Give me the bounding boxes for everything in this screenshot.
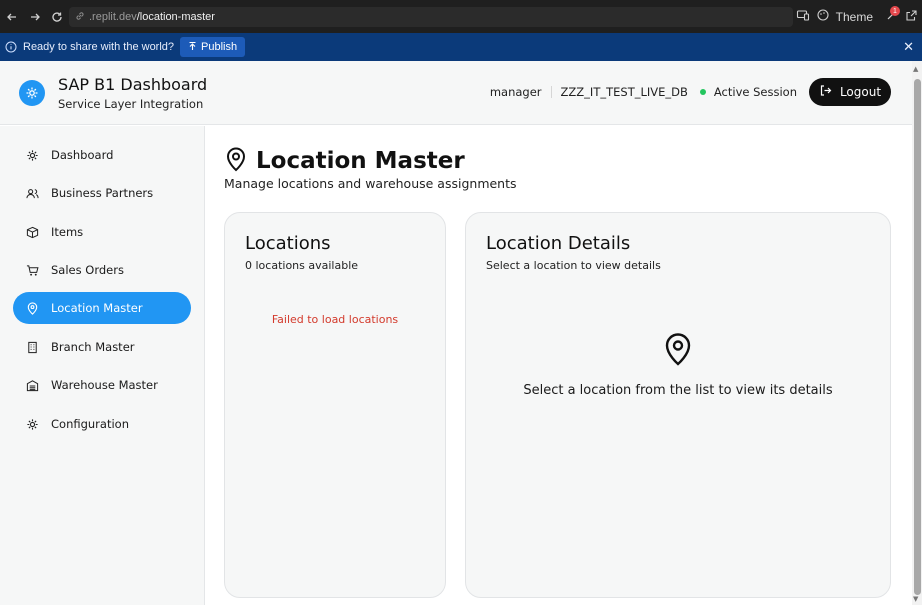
logout-label: Logout [839, 85, 882, 99]
sidebar-item-label: Items [51, 225, 84, 239]
error-message: Failed to load locations [271, 313, 399, 326]
locations-card: Locations 0 locations available Failed t… [224, 212, 446, 598]
address-bar[interactable]: .replit.dev/location-master [69, 7, 793, 27]
empty-state-text: Select a location from the list to view … [523, 383, 833, 398]
link-icon [75, 11, 85, 24]
warehouse-icon [25, 378, 39, 392]
sidebar-item-business-partners[interactable]: Business Partners [13, 177, 191, 209]
map-pin-icon [662, 331, 694, 371]
app-subtitle: Service Layer Integration [58, 97, 204, 111]
publish-label: Publish [201, 41, 238, 53]
scrollbar[interactable]: ▲ ▼ [912, 61, 922, 605]
logout-button[interactable]: Logout [809, 78, 891, 106]
details-description: Select a location to view details [486, 259, 661, 272]
back-icon[interactable] [1, 6, 23, 28]
sidebar-item-warehouse-master[interactable]: Warehouse Master [13, 369, 191, 401]
publish-button[interactable]: Publish [180, 37, 246, 57]
logout-icon [819, 84, 832, 100]
building-icon [25, 340, 39, 354]
locations-count: 0 locations available [245, 259, 359, 272]
session-status: Active Session [713, 85, 797, 99]
sidebar-item-label: Warehouse Master [51, 378, 158, 392]
status-dot [699, 89, 706, 95]
sidebar-item-label: Location Master [51, 301, 143, 315]
scroll-thumb[interactable] [914, 79, 921, 595]
empty-state: Select a location from the list to view … [466, 331, 890, 398]
share-prompt: Ready to share with the world? [23, 41, 175, 53]
map-pin-icon [25, 301, 39, 315]
sidebar-item-label: Business Partners [51, 186, 154, 200]
sidebar-item-sales-orders[interactable]: Sales Orders [13, 254, 191, 286]
publish-icon [188, 41, 197, 54]
users-icon [25, 186, 39, 200]
sidebar-item-items[interactable]: Items [13, 216, 191, 248]
close-icon[interactable]: ✕ [903, 39, 914, 55]
app-title: SAP B1 Dashboard [58, 75, 208, 94]
scroll-up-icon[interactable]: ▲ [913, 65, 918, 73]
sidebar-item-label: Dashboard [51, 148, 114, 162]
palette-icon[interactable] [816, 7, 830, 26]
map-pin-icon [224, 146, 248, 176]
open-external-icon[interactable] [905, 7, 918, 26]
location-details-card: Location Details Select a location to vi… [465, 212, 891, 598]
sidebar-item-location-master[interactable]: Location Master [13, 292, 191, 324]
url-host: .replit.dev [89, 11, 137, 23]
database-name: ZZZ_IT_TEST_LIVE_DB [560, 85, 688, 99]
sidebar-item-label: Configuration [51, 417, 129, 431]
theme-toggle[interactable]: Theme [836, 10, 873, 24]
app-logo [19, 80, 45, 106]
scroll-down-icon[interactable]: ▼ [913, 595, 918, 603]
user-name: manager [489, 85, 542, 99]
browser-toolbar: .replit.dev/location-master Theme 1 [0, 0, 922, 33]
sidebar-item-branch-master[interactable]: Branch Master [13, 331, 191, 363]
info-icon [5, 41, 17, 53]
divider [550, 86, 552, 98]
browser-actions: Theme [796, 0, 922, 33]
sidebar: Dashboard Business Partners Items Sales … [0, 126, 205, 605]
gear-icon [25, 417, 39, 431]
devices-icon[interactable] [796, 7, 810, 26]
page-title: Location Master [256, 148, 465, 174]
url-path: /location-master [136, 11, 215, 23]
sidebar-item-dashboard[interactable]: Dashboard [13, 139, 191, 171]
sidebar-item-label: Branch Master [51, 340, 135, 354]
main-content: Location Master Manage locations and war… [206, 126, 912, 605]
gear-icon [25, 148, 39, 162]
app-header: SAP B1 Dashboard Service Layer Integrati… [0, 61, 912, 125]
page-subtitle: Manage locations and warehouse assignmen… [224, 176, 517, 191]
cart-icon [25, 263, 39, 277]
notification-badge: 1 [890, 6, 900, 16]
box-icon [25, 225, 39, 239]
page-header: Location Master [224, 146, 465, 176]
sidebar-item-configuration[interactable]: Configuration [13, 408, 191, 440]
locations-title: Locations [245, 233, 331, 254]
details-title: Location Details [486, 233, 631, 254]
sidebar-item-label: Sales Orders [51, 263, 124, 277]
reload-icon[interactable] [46, 6, 68, 28]
share-banner: Ready to share with the world? Publish ✕ [0, 33, 922, 61]
session-info: manager ZZZ_IT_TEST_LIVE_DB Active Sessi… [490, 78, 891, 106]
forward-icon[interactable] [24, 6, 46, 28]
